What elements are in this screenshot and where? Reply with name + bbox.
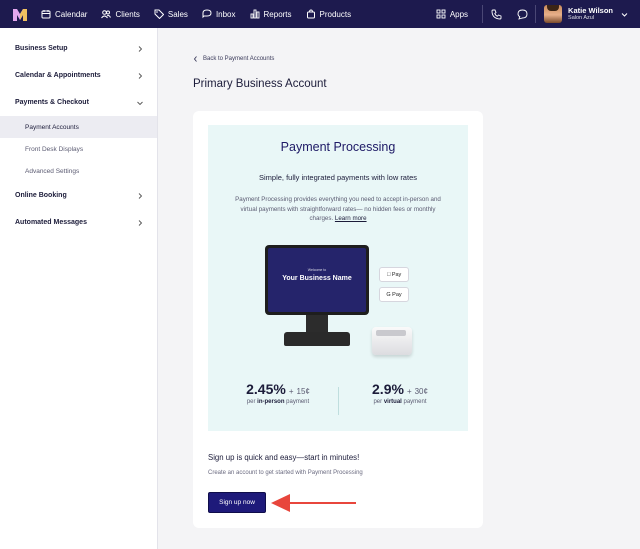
sidebar-item-automated-messages[interactable]: Automated Messages [0, 209, 157, 236]
nav-clients-label: Clients [115, 9, 140, 19]
phone-icon [491, 9, 501, 19]
sidebar-item-online-booking[interactable]: Online Booking [0, 182, 157, 209]
promo-panel: Payment Processing Simple, fully integra… [208, 125, 468, 431]
settings-sidebar: Business Setup Calendar & Appointments P… [0, 28, 158, 549]
sidebar-subitem-front-desk-displays[interactable]: Front Desk Displays [0, 138, 157, 160]
user-name: Katie Wilson [568, 6, 613, 15]
sidebar-item-label: Business Setup [15, 45, 68, 52]
signup-heading: Sign up is quick and easy—start in minut… [208, 453, 360, 462]
nav-inbox[interactable]: Inbox [202, 9, 236, 19]
chat-button[interactable] [509, 9, 535, 20]
nav-products[interactable]: Products [306, 9, 352, 19]
rate-divider [338, 387, 339, 415]
rate-label-suffix: payment [286, 399, 310, 405]
nav-calendar[interactable]: Calendar [41, 9, 87, 19]
rate-label-prefix: per [246, 399, 256, 405]
in-person-rate: 2.45% +15¢ per in-person payment [246, 381, 310, 405]
chat-bubble-icon [517, 9, 527, 20]
tag-icon [154, 9, 164, 19]
inbox-icon [202, 9, 212, 19]
sidebar-subitem-payment-accounts[interactable]: Payment Accounts [0, 116, 157, 138]
promo-description: Payment Processing provides everything y… [233, 195, 443, 224]
bar-chart-icon [250, 9, 259, 19]
rate-label-suffix: payment [403, 399, 427, 405]
clients-icon [101, 10, 112, 19]
nav-calendar-label: Calendar [55, 9, 88, 19]
chevron-right-icon [138, 192, 143, 199]
rate-label-bold: in-person [257, 399, 285, 405]
terminal-illustration: Welcome to Your Business Name [265, 245, 369, 315]
calendar-icon [41, 10, 51, 19]
terminal-business-name: Your Business Name [282, 275, 352, 282]
apple-pay-badge: Pay [379, 267, 409, 282]
card-reader-illustration [372, 327, 412, 355]
grid-icon [436, 9, 446, 19]
page-title: Primary Business Account [193, 78, 327, 90]
virtual-fee: 30¢ [414, 387, 428, 396]
terminal-welcome-text: Welcome to [307, 268, 327, 272]
app-logo[interactable] [13, 8, 27, 21]
chevron-right-icon [138, 219, 143, 226]
chevron-right-icon [138, 45, 143, 52]
sidebar-item-payments-checkout[interactable]: Payments & Checkout [0, 89, 157, 116]
sidebar-item-business-setup[interactable]: Business Setup [0, 35, 157, 62]
sidebar-item-label: Automated Messages [15, 219, 87, 226]
user-menu[interactable]: Katie Wilson Salon Azul [536, 5, 640, 23]
rate-label-bold: virtual [383, 399, 402, 405]
back-link[interactable]: Back to Payment Accounts [193, 56, 274, 62]
apple-icon:  [387, 272, 391, 278]
apps-label: Apps [449, 9, 469, 19]
learn-more-link[interactable]: Learn more [335, 215, 367, 222]
promo-title: Payment Processing [280, 140, 396, 154]
chevron-left-icon [193, 56, 197, 62]
phone-button[interactable] [483, 9, 509, 20]
sidebar-item-calendar-appointments[interactable]: Calendar & Appointments [0, 62, 157, 89]
sidebar-item-label: Payments & Checkout [15, 99, 89, 106]
bag-icon [306, 9, 315, 19]
in-person-rate-value: 2.45% [246, 381, 286, 397]
google-pay-badge: G Pay [379, 287, 409, 302]
payment-processing-card: Payment Processing Simple, fully integra… [193, 111, 483, 528]
terminal-base [284, 332, 350, 346]
nav-sales[interactable]: Sales [154, 9, 188, 19]
sidebar-item-label: Online Booking [15, 192, 67, 199]
apps-button[interactable]: Apps [436, 9, 468, 19]
chevron-down-icon [621, 12, 628, 17]
apple-pay-label: Pay [389, 271, 401, 278]
nav-reports[interactable]: Reports [250, 9, 292, 19]
virtual-rate: 2.9% +30¢ per virtual payment [372, 381, 428, 405]
avatar [544, 5, 563, 23]
back-link-label: Back to Payment Accounts [203, 56, 275, 62]
chevron-down-icon [137, 101, 143, 105]
nav-sales-label: Sales [167, 9, 188, 19]
business-name: Salon Azul [568, 15, 595, 21]
chevron-right-icon [138, 72, 143, 79]
terminal-screen: Welcome to Your Business Name [268, 248, 366, 312]
nav-products-label: Products [319, 9, 352, 19]
signup-subtext: Create an account to get started with Pa… [208, 470, 363, 476]
promo-subtitle: Simple, fully integrated payments with l… [259, 173, 417, 182]
virtual-rate-value: 2.9% [372, 381, 404, 397]
nav-inbox-label: Inbox [215, 9, 236, 19]
top-navigation-bar: Calendar Clients Sales Inbox Reports Pro… [0, 0, 640, 28]
annotation-arrow-icon [271, 494, 356, 512]
sidebar-item-label: Calendar & Appointments [15, 72, 101, 79]
in-person-fee: 15¢ [296, 387, 310, 396]
rate-label-prefix: per [373, 399, 383, 405]
google-pay-label: G Pay [386, 291, 402, 298]
sign-up-button[interactable]: Sign up now [208, 492, 266, 513]
nav-clients[interactable]: Clients [101, 9, 140, 19]
sidebar-subitem-advanced-settings[interactable]: Advanced Settings [0, 160, 157, 182]
nav-reports-label: Reports [263, 9, 292, 19]
